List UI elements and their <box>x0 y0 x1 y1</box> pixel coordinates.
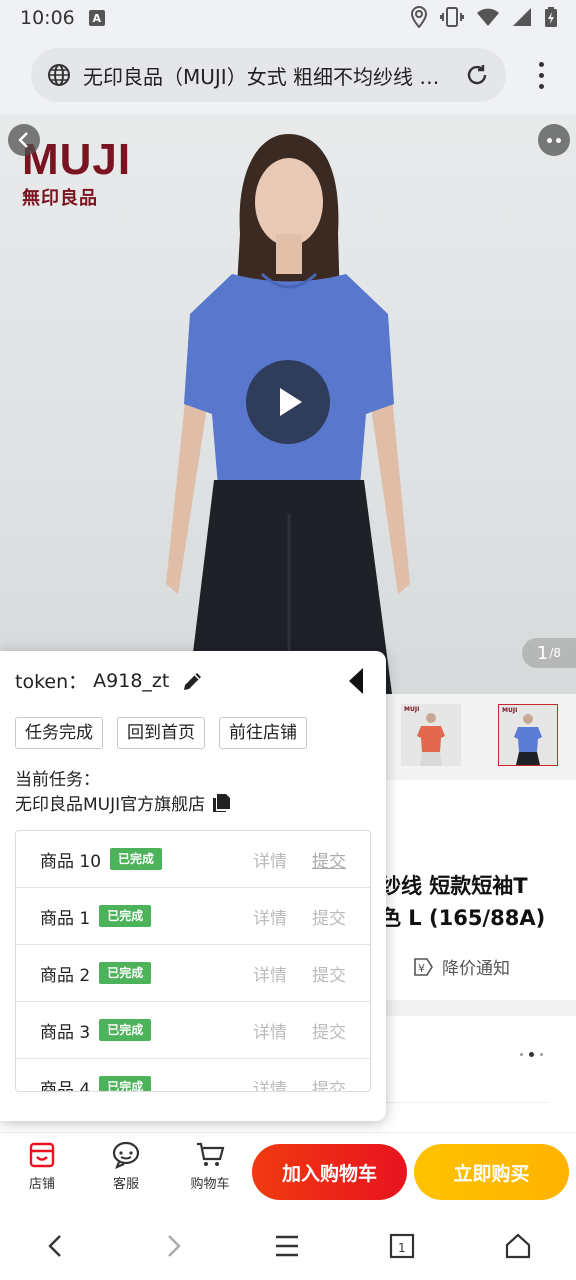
purchase-bar: 店铺 客服 购物车 加入购物车 立即购买 <box>0 1132 576 1212</box>
status-badge: 已完成 <box>110 848 163 870</box>
forward-icon[interactable] <box>155 1228 191 1264</box>
divider <box>386 1102 548 1103</box>
muji-logo: MUJI 無印良品 <box>22 135 132 209</box>
vibrate-icon <box>440 7 464 27</box>
add-to-cart-button[interactable]: 加入购物车 <box>252 1144 407 1200</box>
submit-link[interactable]: 提交 <box>312 847 346 872</box>
token-value: A918_zt <box>93 669 170 692</box>
section-more-icon[interactable] <box>520 1052 543 1057</box>
goods-row: 商品 4 已完成 详情 提交 <box>16 1059 370 1092</box>
shop-name: 无印良品MUJI官方旗舰店 <box>15 795 206 815</box>
goods-name: 商品 1 <box>40 908 91 929</box>
chat-icon <box>112 1141 140 1169</box>
goods-list: 商品 10 已完成 详情 提交 商品 1 已完成 详情 提交 商品 2 已完成 … <box>15 830 371 1092</box>
price-tag-icon: ¥ <box>414 957 433 976</box>
status-badge: 已完成 <box>99 905 152 927</box>
image-counter: 1/8 <box>522 638 576 668</box>
menu-dots-icon[interactable] <box>539 62 544 89</box>
svg-text:1: 1 <box>398 1241 406 1255</box>
notification-a-icon: A <box>88 10 105 26</box>
goods-name: 商品 4 <box>40 1079 91 1092</box>
location-icon <box>410 6 428 28</box>
shop-icon <box>29 1142 55 1168</box>
price-alert-button[interactable]: ¥ 降价通知 <box>412 954 510 979</box>
goods-name: 商品 3 <box>40 1022 91 1043</box>
cart-button[interactable]: 购物车 <box>180 1141 240 1192</box>
product-image[interactable]: MUJI 無印良品 1/8 <box>0 114 576 694</box>
signal-icon <box>513 8 531 26</box>
status-badge: 已完成 <box>99 962 152 984</box>
token-label: token： <box>15 671 88 693</box>
status-badge: 已完成 <box>99 1019 152 1041</box>
shop-button[interactable]: 店铺 <box>12 1141 72 1192</box>
chevron-left-icon <box>18 132 28 148</box>
buy-now-button[interactable]: 立即购买 <box>414 1144 569 1200</box>
copy-icon[interactable] <box>211 793 231 813</box>
back-home-button[interactable]: 回到首页 <box>117 717 205 749</box>
current-shop: 无印良品MUJI官方旗舰店 <box>15 790 231 815</box>
goods-row: 商品 2 已完成 详情 提交 <box>16 945 370 1002</box>
status-badge: 已完成 <box>99 1076 152 1091</box>
browser-toolbar: 无印良品（MUJI）女式 粗细不均纱线 短款短袖T恤 <box>0 36 576 114</box>
home-icon[interactable] <box>500 1228 536 1264</box>
browser-nav-bar: 1 <box>0 1212 576 1280</box>
task-button-row: 任务完成 回到首页 前往店铺 <box>15 717 307 749</box>
more-button[interactable] <box>538 124 570 156</box>
edit-icon[interactable] <box>181 669 205 693</box>
back-icon[interactable] <box>38 1228 74 1264</box>
address-bar[interactable]: 无印良品（MUJI）女式 粗细不均纱线 短款短袖T恤 <box>31 48 506 102</box>
thumbnail-orange[interactable]: MUJI <box>401 704 461 766</box>
play-button[interactable] <box>246 360 330 444</box>
detail-link[interactable]: 详情 <box>253 847 287 872</box>
tabs-icon[interactable]: 1 <box>384 1228 420 1264</box>
detail-link[interactable]: 详情 <box>253 961 287 986</box>
status-time: 10:06 <box>20 7 75 29</box>
token-row: token： A918_zt <box>15 667 205 694</box>
detail-link[interactable]: 详情 <box>253 1075 287 1092</box>
submit-link[interactable]: 提交 <box>312 961 346 986</box>
goods-name: 商品 2 <box>40 965 91 986</box>
current-task-label: 当前任务： <box>15 770 100 790</box>
play-icon <box>280 388 302 416</box>
svg-text:¥: ¥ <box>418 962 425 975</box>
wifi-icon <box>477 8 499 26</box>
battery-icon <box>545 7 557 27</box>
reload-icon[interactable] <box>464 62 490 88</box>
submit-link[interactable]: 提交 <box>312 1075 346 1092</box>
collapse-triangle-icon[interactable] <box>347 667 365 695</box>
detail-link[interactable]: 详情 <box>253 1018 287 1043</box>
task-done-button[interactable]: 任务完成 <box>15 717 103 749</box>
goods-name: 商品 10 <box>40 851 102 872</box>
menu-icon[interactable] <box>269 1228 305 1264</box>
url-title[interactable]: 无印良品（MUJI）女式 粗细不均纱线 短款短袖T恤 <box>83 61 452 90</box>
status-bar: 10:06 A <box>0 0 576 36</box>
globe-icon[interactable] <box>47 63 71 87</box>
goods-row: 商品 3 已完成 详情 提交 <box>16 1002 370 1059</box>
goods-row: 商品 1 已完成 详情 提交 <box>16 888 370 945</box>
thumbnail-blue[interactable]: MUJI <box>498 704 558 766</box>
product-title: 纱线 短款短袖T 色 L (165/88A) <box>380 874 546 930</box>
go-shop-button[interactable]: 前往店铺 <box>219 717 307 749</box>
submit-link[interactable]: 提交 <box>312 1018 346 1043</box>
back-button[interactable] <box>8 124 40 156</box>
service-button[interactable]: 客服 <box>96 1141 156 1192</box>
task-panel: token： A918_zt 任务完成 回到首页 前往店铺 当前任务： 无印良品… <box>0 651 386 1121</box>
detail-link[interactable]: 详情 <box>253 904 287 929</box>
submit-link[interactable]: 提交 <box>312 904 346 929</box>
goods-row: 商品 10 已完成 详情 提交 <box>16 831 370 888</box>
cart-icon <box>197 1142 225 1166</box>
status-icons <box>410 6 558 28</box>
